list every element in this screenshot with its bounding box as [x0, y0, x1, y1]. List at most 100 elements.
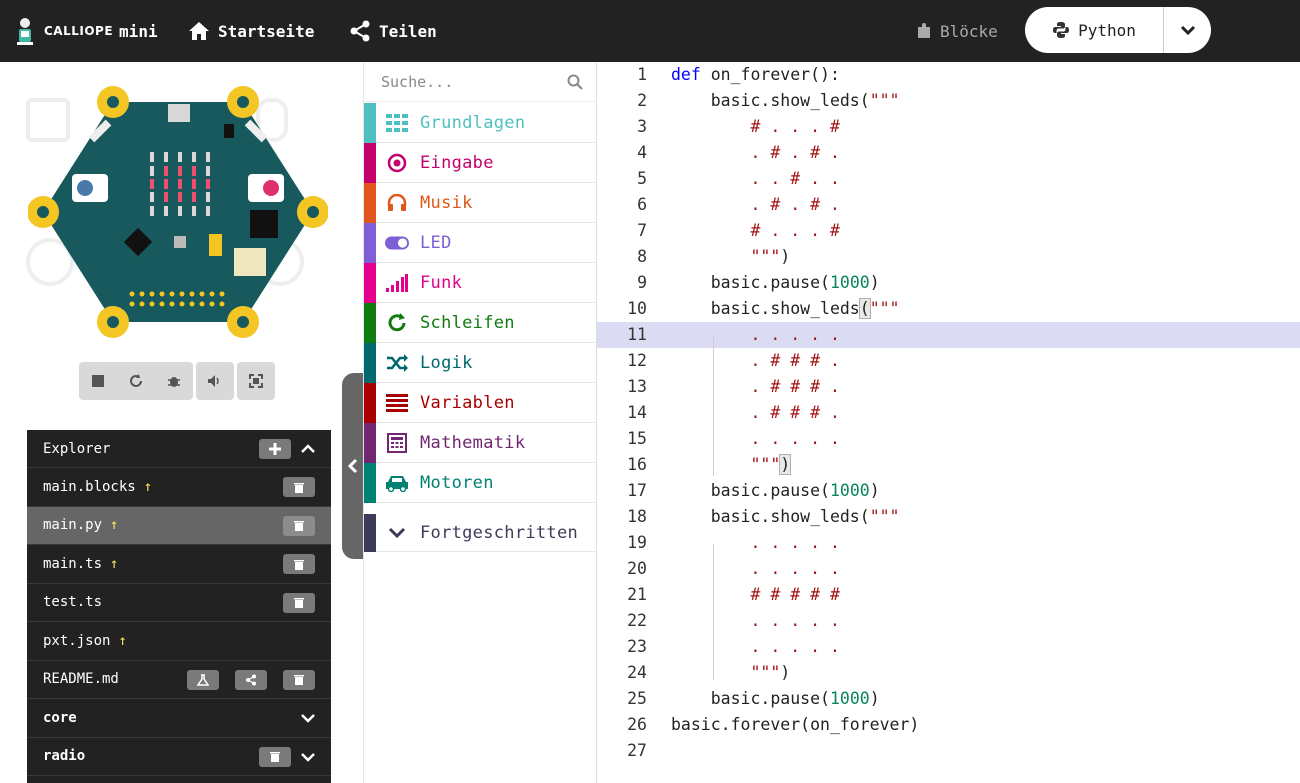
code-text: basic.pause(1000)	[671, 273, 880, 292]
code-line[interactable]: 10 basic.show_leds("""	[597, 296, 1300, 322]
explorer-collapse-button[interactable]	[299, 440, 317, 458]
code-line[interactable]: 15 . . . . .	[597, 426, 1300, 452]
logo-product-text: mini	[119, 21, 158, 41]
code-line[interactable]: 22 . . . . .	[597, 608, 1300, 634]
file-row-readme[interactable]: README.md	[27, 661, 331, 699]
category-musik[interactable]: Musik	[364, 182, 597, 223]
category-motoren[interactable]: Motoren	[364, 462, 597, 503]
line-number: 4	[637, 143, 647, 162]
category-label: Funk	[420, 272, 463, 293]
category-logik[interactable]: Logik	[364, 342, 597, 383]
file-row-test-ts[interactable]: test.ts	[27, 584, 331, 622]
sim-audio	[196, 362, 234, 400]
code-line[interactable]: 24 """)	[597, 660, 1300, 686]
line-number: 20	[627, 559, 647, 578]
category-mathematik[interactable]: Mathematik	[364, 422, 597, 463]
trash-icon	[270, 752, 280, 762]
code-line[interactable]: 17 basic.pause(1000)	[597, 478, 1300, 504]
section-core[interactable]: core	[27, 699, 331, 738]
code-editor[interactable]: 1 def on_forever(): 2 basic.show_leds(""" 3…	[597, 62, 1300, 783]
explorer-header[interactable]: Explorer	[27, 430, 331, 468]
fullscreen-button[interactable]	[237, 363, 275, 399]
search-icon[interactable]	[567, 74, 583, 90]
share-label: Teilen	[379, 21, 437, 41]
share-file-button[interactable]	[235, 669, 267, 690]
delete-file-button[interactable]	[283, 515, 315, 536]
mute-button[interactable]	[196, 363, 234, 399]
category-grundlagen[interactable]: Grundlagen	[364, 102, 597, 143]
line-number: 15	[627, 429, 647, 448]
file-row-main-ts[interactable]: main.ts ↑	[27, 545, 331, 584]
code-line[interactable]: 21 # # # # #	[597, 582, 1300, 608]
code-line[interactable]: 27	[597, 738, 1300, 764]
collapse-simulator-button[interactable]	[342, 373, 364, 559]
code-line[interactable]: 3 # . . . #	[597, 114, 1300, 140]
share-button[interactable]: Teilen	[349, 17, 437, 45]
add-file-button[interactable]	[259, 439, 291, 459]
target-icon	[385, 151, 409, 175]
category-advanced[interactable]: Fortgeschritten	[364, 513, 597, 552]
code-line[interactable]: 25 basic.pause(1000)	[597, 686, 1300, 712]
indent-guide	[713, 336, 714, 476]
restart-icon	[130, 374, 142, 387]
search-input[interactable]	[381, 72, 561, 91]
list-icon	[385, 391, 409, 415]
delete-file-button[interactable]	[283, 554, 315, 574]
code-line[interactable]: 1 def on_forever():	[597, 62, 1300, 88]
button-b[interactable]	[248, 174, 284, 202]
code-line[interactable]: 19 . . . . .	[597, 530, 1300, 556]
category-label: Mathematik	[420, 432, 526, 453]
debug-button[interactable]	[155, 363, 193, 399]
restart-button[interactable]	[117, 363, 155, 399]
stop-button[interactable]	[79, 363, 117, 399]
category-funk[interactable]: Funk	[364, 262, 597, 303]
code-line[interactable]: 5 . . # . .	[597, 166, 1300, 192]
code-line[interactable]: 2 basic.show_leds("""	[597, 88, 1300, 114]
category-eingabe[interactable]: Eingabe	[364, 142, 597, 183]
category-variablen[interactable]: Variablen	[364, 382, 597, 423]
file-row-main-blocks[interactable]: main.blocks ↑	[27, 468, 331, 507]
code-line[interactable]: 12 . # # # .	[597, 348, 1300, 374]
code-line[interactable]: 7 # . . . #	[597, 218, 1300, 244]
category-color-bar	[364, 382, 376, 423]
python-button[interactable]: Python	[1025, 7, 1164, 53]
home-button[interactable]: Startseite	[188, 17, 314, 45]
code-line[interactable]: 13 . # # # .	[597, 374, 1300, 400]
calliope-logo[interactable]: CALLIOPE mini	[12, 16, 158, 46]
code-line[interactable]: 11 . . . . .	[597, 322, 1300, 348]
delete-file-button[interactable]	[283, 669, 315, 690]
code-line[interactable]: 8 """)	[597, 244, 1300, 270]
code-line[interactable]: 4 . # . # .	[597, 140, 1300, 166]
expand-button[interactable]	[299, 748, 317, 766]
category-led[interactable]: LED	[364, 222, 597, 263]
category-label: Variablen	[420, 392, 515, 413]
modified-arrow: ↑	[118, 632, 127, 649]
code-line[interactable]: 18 basic.show_leds("""	[597, 504, 1300, 530]
code-text: """)	[671, 454, 792, 475]
code-line[interactable]: 26 basic.forever(on_forever)	[597, 712, 1300, 738]
expand-button[interactable]	[299, 709, 317, 727]
code-line[interactable]: 16 """)	[597, 452, 1300, 478]
preview-button[interactable]	[187, 669, 219, 690]
code-line[interactable]: 9 basic.pause(1000)	[597, 270, 1300, 296]
button-a[interactable]	[72, 174, 108, 202]
language-dropdown-button[interactable]	[1164, 7, 1211, 53]
category-schleifen[interactable]: Schleifen	[364, 302, 597, 343]
file-row-main-py[interactable]: main.py ↑	[27, 506, 331, 545]
code-line[interactable]: 20 . . . . .	[597, 556, 1300, 582]
blocks-button[interactable]: Blöcke	[916, 17, 998, 45]
code-line[interactable]: 14 . # # # .	[597, 400, 1300, 426]
section-radio[interactable]: radio	[27, 738, 331, 776]
code-line[interactable]: 6 . # . # .	[597, 192, 1300, 218]
section-name: radio	[43, 748, 86, 765]
code-line[interactable]: 23 . . . . .	[597, 634, 1300, 660]
code-text: . . . . .	[671, 611, 840, 630]
delete-file-button[interactable]	[283, 592, 315, 613]
delete-file-button[interactable]	[283, 477, 315, 497]
file-row-pxt-json[interactable]: pxt.json ↑	[27, 622, 331, 661]
code-text: basic.show_leds("""	[671, 91, 900, 110]
delete-section-button[interactable]	[259, 746, 291, 767]
line-number: 19	[627, 533, 647, 552]
trash-icon	[294, 598, 304, 608]
chevron-down-icon	[301, 752, 315, 762]
